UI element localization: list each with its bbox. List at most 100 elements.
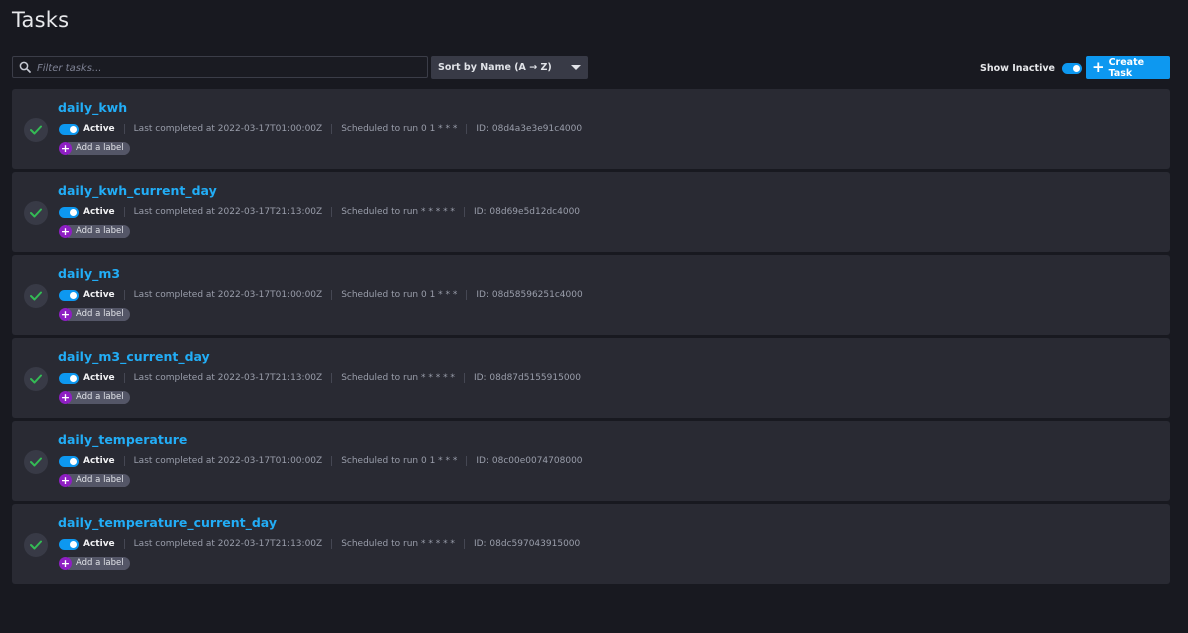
add-label-plus-icon: + — [59, 474, 72, 487]
checkmark-icon — [30, 291, 42, 301]
task-name-link[interactable]: daily_kwh_current_day — [58, 183, 217, 198]
divider — [123, 290, 125, 300]
task-status-text: Active — [83, 539, 115, 549]
task-name-link[interactable]: daily_temperature — [58, 432, 187, 447]
task-status — [24, 450, 48, 474]
task-meta: Active Last completed at 2022-03-17T01:0… — [59, 123, 582, 135]
checkmark-icon — [30, 540, 42, 550]
divider — [466, 124, 468, 134]
task-active-toggle[interactable] — [59, 206, 79, 218]
schedule: Scheduled to run 0 1 * * * — [341, 290, 458, 300]
checkmark-icon — [30, 374, 42, 384]
task-id: ID: 08dc597043915000 — [473, 539, 581, 549]
add-label-text: Add a label — [68, 225, 130, 238]
task-meta: Active Last completed at 2022-03-17T21:1… — [59, 372, 581, 384]
task-status — [24, 201, 48, 225]
schedule: Scheduled to run 0 1 * * * — [341, 456, 458, 466]
add-label-plus-icon: + — [59, 225, 72, 238]
plus-icon: + — [1092, 58, 1105, 76]
add-label-plus-icon: + — [59, 308, 72, 321]
sort-dropdown[interactable]: Sort by Name (A → Z) — [431, 56, 588, 79]
task-active-toggle[interactable] — [59, 289, 79, 301]
task-status-text: Active — [83, 456, 115, 466]
task-status — [24, 284, 48, 308]
add-label-button[interactable]: + Add a label — [59, 225, 130, 238]
last-completed: Last completed at 2022-03-17T21:13:00Z — [133, 207, 323, 217]
divider — [331, 539, 333, 549]
divider — [463, 539, 465, 549]
add-label-button[interactable]: + Add a label — [59, 391, 130, 404]
divider — [463, 207, 465, 217]
task-meta: Active Last completed at 2022-03-17T21:1… — [59, 538, 580, 550]
create-task-button[interactable]: + Create Task — [1086, 56, 1170, 79]
task-active-toggle[interactable] — [59, 455, 79, 467]
task-name-link[interactable]: daily_m3_current_day — [58, 349, 210, 364]
last-completed: Last completed at 2022-03-17T01:00:00Z — [133, 290, 323, 300]
divider — [331, 373, 333, 383]
last-completed: Last completed at 2022-03-17T21:13:00Z — [133, 539, 323, 549]
task-name-link[interactable]: daily_m3 — [58, 266, 120, 281]
add-label-button[interactable]: + Add a label — [59, 308, 130, 321]
divider — [463, 373, 465, 383]
task-status-text: Active — [83, 290, 115, 300]
task-status-text: Active — [83, 124, 115, 134]
search-box — [12, 56, 428, 78]
divider — [331, 456, 333, 466]
schedule: Scheduled to run * * * * * — [341, 207, 455, 217]
add-label-button[interactable]: + Add a label — [59, 557, 130, 570]
task-active-toggle[interactable] — [59, 123, 79, 135]
task-name-link[interactable]: daily_temperature_current_day — [58, 515, 277, 530]
divider — [123, 539, 125, 549]
page-title: Tasks — [12, 8, 70, 32]
task-meta: Active Last completed at 2022-03-17T01:0… — [59, 455, 583, 467]
divider — [331, 290, 333, 300]
search-icon — [19, 61, 31, 73]
tasks-page: Tasks Sort by Name (A → Z) Show Inactive… — [0, 0, 1188, 633]
filter-tasks-input[interactable] — [35, 58, 424, 78]
schedule: Scheduled to run * * * * * — [341, 373, 455, 383]
task-active-toggle[interactable] — [59, 372, 79, 384]
divider — [123, 124, 125, 134]
create-task-label: Create Task — [1108, 56, 1145, 79]
task-list: daily_kwh Active Last completed at 2022-… — [12, 89, 1170, 587]
task-id: ID: 08d4a3e3e91c4000 — [476, 124, 583, 134]
last-completed: Last completed at 2022-03-17T01:00:00Z — [133, 456, 323, 466]
schedule: Scheduled to run 0 1 * * * — [341, 124, 458, 134]
add-label-text: Add a label — [68, 557, 130, 570]
task-status-text: Active — [83, 373, 115, 383]
show-inactive-control: Show Inactive — [980, 60, 1082, 76]
last-completed: Last completed at 2022-03-17T21:13:00Z — [133, 373, 323, 383]
task-name-link[interactable]: daily_kwh — [58, 100, 127, 115]
divider — [123, 207, 125, 217]
divider — [123, 456, 125, 466]
task-id: ID: 08c00e0074708000 — [476, 456, 583, 466]
task-status — [24, 367, 48, 391]
add-label-text: Add a label — [68, 308, 130, 321]
divider — [466, 290, 468, 300]
task-card: daily_temperature_current_day Active Las… — [12, 504, 1170, 584]
divider — [123, 373, 125, 383]
task-meta: Active Last completed at 2022-03-17T01:0… — [59, 289, 583, 301]
task-card: daily_temperature Active Last completed … — [12, 421, 1170, 501]
add-label-text: Add a label — [68, 142, 130, 155]
last-completed: Last completed at 2022-03-17T01:00:00Z — [133, 124, 323, 134]
checkmark-icon — [30, 457, 42, 467]
add-label-button[interactable]: + Add a label — [59, 142, 130, 155]
show-inactive-toggle[interactable] — [1062, 62, 1082, 74]
task-card: daily_kwh Active Last completed at 2022-… — [12, 89, 1170, 169]
add-label-plus-icon: + — [59, 391, 72, 404]
task-status — [24, 118, 48, 142]
task-active-toggle[interactable] — [59, 538, 79, 550]
show-inactive-label: Show Inactive — [980, 62, 1055, 74]
sort-dropdown-label: Sort by Name (A → Z) — [438, 62, 552, 73]
checkmark-icon — [30, 125, 42, 135]
task-status — [24, 533, 48, 557]
task-status-text: Active — [83, 207, 115, 217]
task-card: daily_m3_current_day Active Last complet… — [12, 338, 1170, 418]
caret-down-icon — [571, 65, 581, 70]
add-label-plus-icon: + — [59, 142, 72, 155]
task-id: ID: 08d58596251c4000 — [476, 290, 583, 300]
add-label-button[interactable]: + Add a label — [59, 474, 130, 487]
task-id: ID: 08d87d5155915000 — [473, 373, 582, 383]
toolbar: Sort by Name (A → Z) Show Inactive + Cre… — [12, 56, 1170, 80]
